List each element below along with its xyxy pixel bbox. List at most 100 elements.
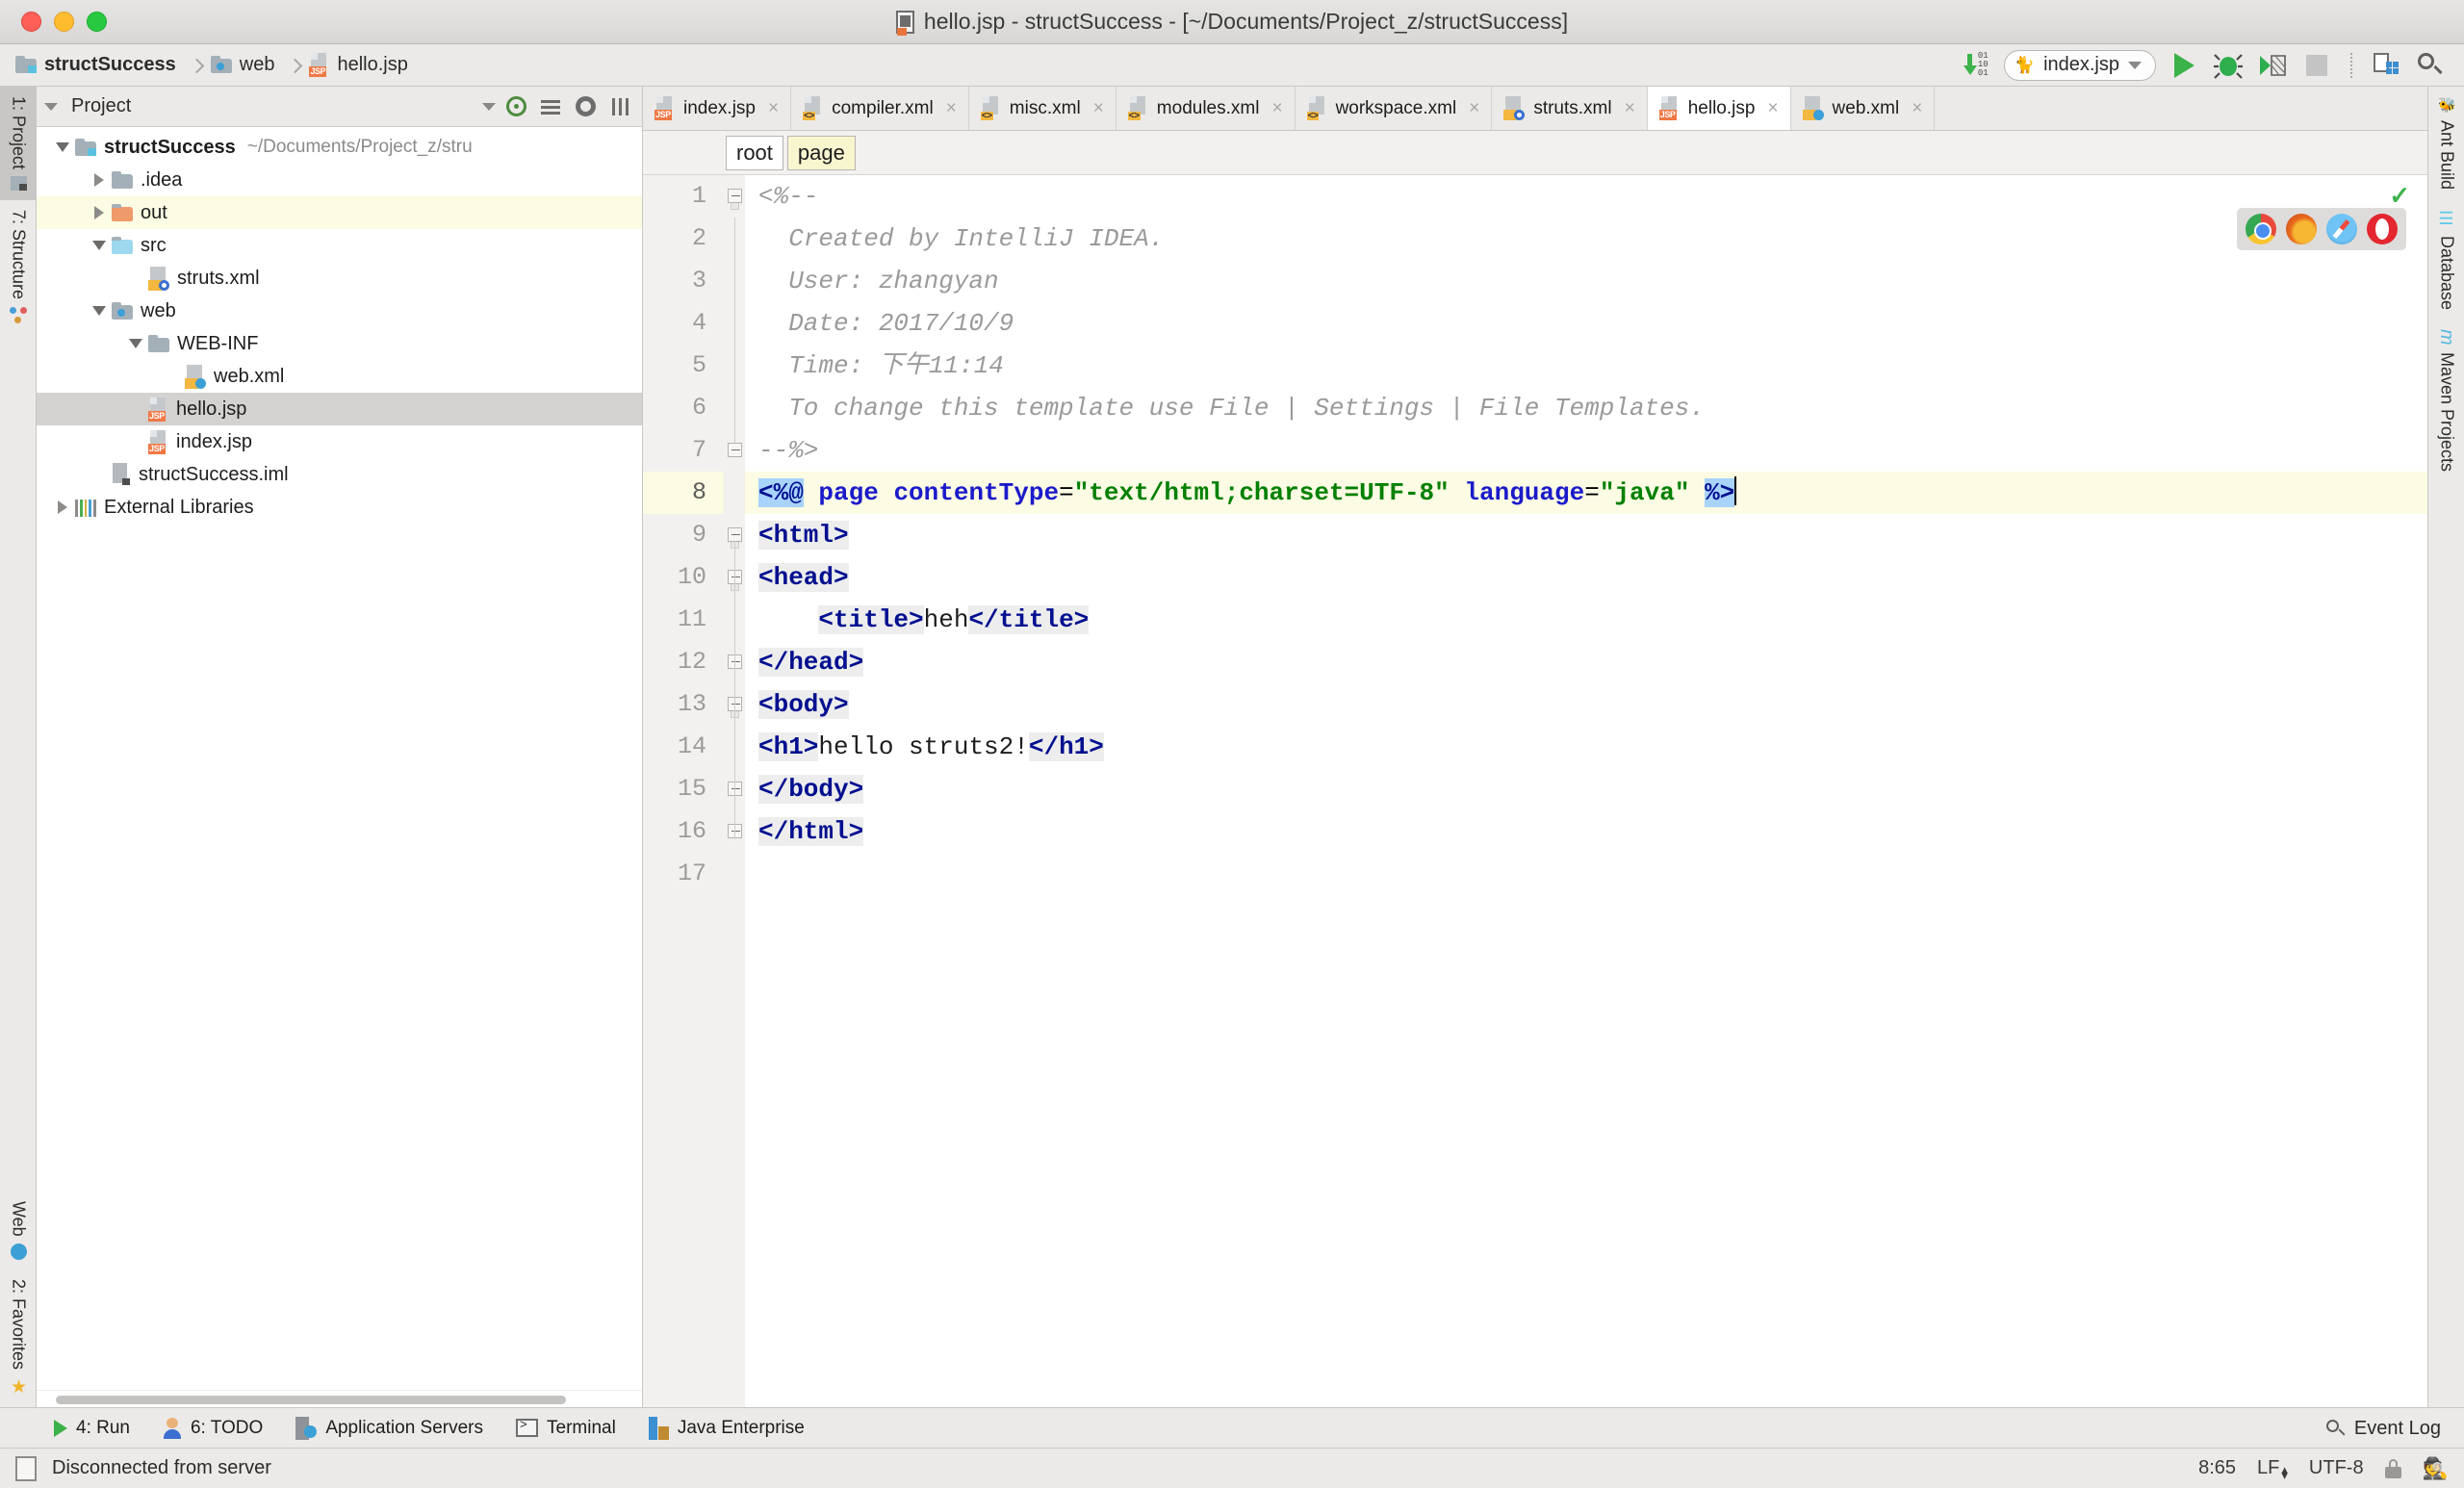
project-tree[interactable]: structSuccess ~/Documents/Project_z/stru.… — [37, 127, 642, 1390]
read-write-lock-icon[interactable] — [2384, 1458, 2401, 1478]
tool-window-application-servers[interactable]: Application Servers — [295, 1416, 483, 1440]
tool-window-run[interactable]: 4: Run — [54, 1418, 130, 1439]
line-number[interactable]: 1 — [643, 175, 724, 218]
tree-toggle[interactable] — [50, 500, 75, 514]
tree-node-external-libraries[interactable]: External Libraries — [37, 491, 642, 524]
code-line[interactable]: --%> — [745, 429, 2427, 472]
code-line[interactable]: </html> — [745, 810, 2427, 853]
view-selector-chevron-icon[interactable] — [482, 102, 496, 111]
line-number[interactable]: 16 — [643, 810, 724, 853]
safari-icon[interactable] — [2326, 214, 2357, 244]
close-icon[interactable]: × — [1767, 98, 1778, 119]
stop-button[interactable] — [2300, 51, 2333, 80]
code-line[interactable]: To change this template use File | Setti… — [745, 387, 2427, 429]
code-folding-gutter[interactable] — [724, 175, 745, 1407]
editor-tab-compiler-xml[interactable]: <> compiler.xml × — [791, 87, 969, 130]
editor-tab-struts-xml[interactable]: struts.xml × — [1492, 87, 1648, 130]
editor-tab-hello-jsp[interactable]: JSP hello.jsp × — [1647, 87, 1791, 130]
tree-node-out[interactable]: out — [37, 196, 642, 229]
line-number[interactable]: 17 — [643, 853, 724, 895]
editor-tab-web-xml[interactable]: web.xml × — [1790, 87, 1936, 130]
tree-node-hello-jsp[interactable]: JSP hello.jsp — [37, 393, 642, 425]
chrome-icon[interactable] — [2246, 214, 2276, 244]
structure-chip-page[interactable]: page — [786, 135, 856, 170]
hide-panel-icon[interactable] — [605, 93, 634, 120]
fold-collapse-icon[interactable] — [728, 189, 742, 203]
breadcrumb-item-project[interactable]: structSuccess — [10, 49, 190, 82]
fold-collapse-end-icon[interactable] — [728, 443, 742, 457]
code-line[interactable] — [745, 853, 2427, 895]
event-log-button[interactable]: Event Log — [2325, 1418, 2441, 1440]
code-line[interactable]: <h1>hello struts2!</h1> — [745, 726, 2427, 768]
hector-inspection-icon[interactable]: 🕵 — [2423, 1456, 2449, 1481]
editor-tab-workspace-xml[interactable]: <> workspace.xml × — [1295, 87, 1493, 130]
tree-toggle[interactable] — [87, 306, 112, 316]
run-configuration-selector[interactable]: 🐈 index.jsp — [2003, 49, 2156, 81]
sidebar-item-maven-projects[interactable]: m Maven Projects — [2428, 320, 2464, 481]
chevron-down-icon[interactable] — [44, 102, 58, 111]
tree-toggle[interactable] — [87, 206, 112, 219]
line-number[interactable]: 8 — [643, 472, 724, 514]
breadcrumb-item-file[interactable]: JSP hello.jsp — [303, 49, 421, 82]
tree-toggle[interactable] — [87, 173, 112, 187]
line-number[interactable]: 9 — [643, 514, 724, 556]
sidebar-item-structure[interactable]: 7: Structure — [0, 200, 37, 333]
line-number[interactable]: 10 — [643, 556, 724, 599]
code-line[interactable]: <html> — [745, 514, 2427, 556]
scrollbar-thumb[interactable] — [56, 1396, 566, 1404]
structure-chip-root[interactable]: root — [726, 135, 783, 170]
debug-button[interactable] — [2212, 51, 2245, 80]
line-separator-indicator[interactable]: LF ▴ ▾ — [2257, 1457, 2288, 1481]
code-line[interactable]: Time: 下午11:14 — [745, 345, 2427, 387]
scroll-from-source-icon[interactable] — [501, 93, 530, 120]
firefox-icon[interactable] — [2286, 214, 2317, 244]
editor-tab-bar[interactable]: JSP index.jsp × <> compiler.xml × <> misc.xml × <… — [643, 87, 2427, 131]
tree-node-structsuccess[interactable]: structSuccess ~/Documents/Project_z/stru — [37, 131, 642, 164]
code-text-area[interactable]: <%-- Created by IntelliJ IDEA. User: zha… — [745, 175, 2427, 1407]
sidebar-item-web[interactable]: Web — [0, 1192, 37, 1270]
tree-toggle[interactable] — [87, 241, 112, 250]
project-horizontal-scrollbar[interactable] — [37, 1390, 642, 1407]
sidebar-item-favorites[interactable]: 2: Favorites ★ — [0, 1270, 37, 1407]
line-number[interactable]: 6 — [643, 387, 724, 429]
close-icon[interactable]: × — [768, 98, 779, 119]
line-number[interactable]: 5 — [643, 345, 724, 387]
close-icon[interactable]: × — [1093, 98, 1104, 119]
run-with-coverage-button[interactable] — [2256, 51, 2289, 80]
tree-node-web-inf[interactable]: WEB-INF — [37, 327, 642, 360]
run-button[interactable] — [2168, 51, 2200, 80]
code-line[interactable]: Created by IntelliJ IDEA. — [745, 218, 2427, 260]
line-number[interactable]: 15 — [643, 768, 724, 810]
tree-toggle[interactable] — [50, 142, 75, 152]
editor-tab-index-jsp[interactable]: JSP index.jsp × — [643, 87, 792, 130]
code-line[interactable]: <%@ page contentType="text/html;charset=… — [745, 472, 2427, 514]
code-line[interactable]: <body> — [745, 683, 2427, 726]
tree-node-src[interactable]: src — [37, 229, 642, 262]
caret-position-indicator[interactable]: 8:65 — [2198, 1457, 2236, 1479]
code-line[interactable]: <%-- — [745, 175, 2427, 218]
line-number[interactable]: 7 — [643, 429, 724, 472]
close-icon[interactable]: × — [946, 98, 957, 119]
line-number[interactable]: 3 — [643, 260, 724, 302]
line-number[interactable]: 14 — [643, 726, 724, 768]
line-number[interactable]: 12 — [643, 641, 724, 683]
tree-node--idea[interactable]: .idea — [37, 164, 642, 196]
inspection-status-icon[interactable]: ✓ — [2389, 181, 2410, 211]
code-line[interactable]: <head> — [745, 556, 2427, 599]
tool-window-java-enterprise[interactable]: Java Enterprise — [648, 1416, 805, 1440]
tree-node-struts-xml[interactable]: struts.xml — [37, 262, 642, 295]
line-number[interactable]: 11 — [643, 599, 724, 641]
editor-tab-misc-xml[interactable]: <> misc.xml × — [968, 87, 1116, 130]
tree-node-index-jsp[interactable]: JSP index.jsp — [37, 425, 642, 458]
tool-window-terminal[interactable]: Terminal — [516, 1418, 616, 1439]
code-line[interactable]: <title>heh</title> — [745, 599, 2427, 641]
code-line[interactable]: Date: 2017/10/9 — [745, 302, 2427, 345]
line-number[interactable]: 4 — [643, 302, 724, 345]
close-icon[interactable]: × — [1469, 98, 1479, 119]
settings-gear-icon[interactable] — [571, 93, 600, 120]
server-status-icon[interactable] — [15, 1455, 37, 1481]
tree-node-web-xml[interactable]: web.xml — [37, 360, 642, 393]
fold-collapse-icon[interactable] — [728, 527, 742, 542]
tree-node-structsuccess-iml[interactable]: structSuccess.iml — [37, 458, 642, 491]
line-number-gutter[interactable]: 1 2 3 4 5 6 7 8 9 10 11 12 13 14 15 16 17 — [643, 175, 724, 1407]
